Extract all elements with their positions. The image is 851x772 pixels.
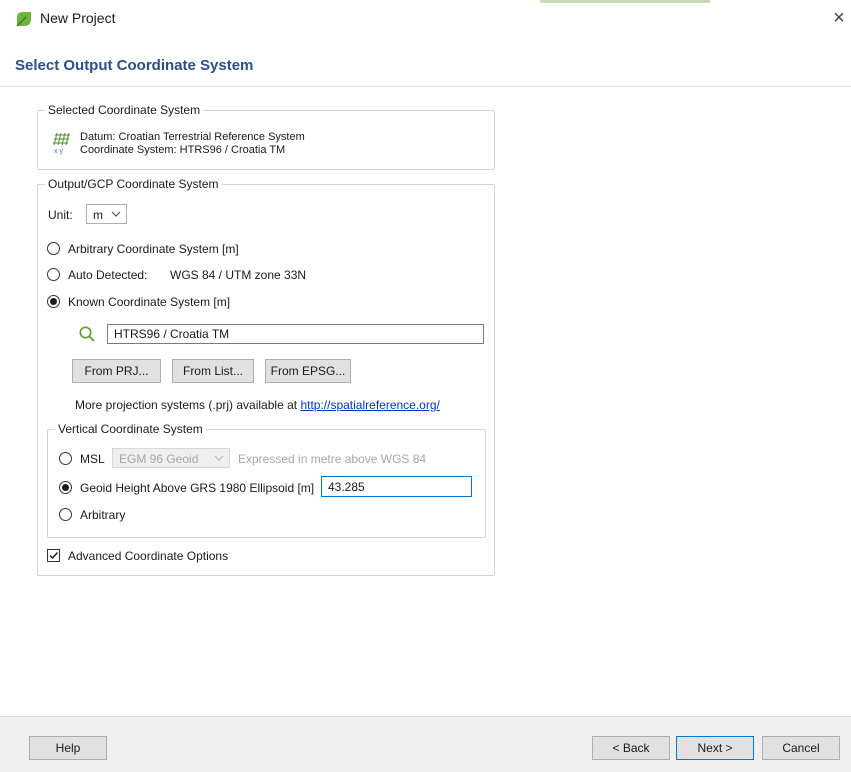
- selected-coordinate-system-title: Selected Coordinate System: [45, 103, 204, 117]
- geoid-model-select: EGM 96 Geoid: [112, 448, 230, 468]
- from-prj-button[interactable]: From PRJ...: [72, 359, 161, 383]
- msl-radio[interactable]: [59, 452, 72, 465]
- svg-text:x y: x y: [54, 148, 63, 155]
- checkmark-icon: [49, 552, 59, 560]
- chevron-down-icon: [213, 451, 225, 465]
- arbitrary-coordinate-radio[interactable]: [47, 242, 60, 255]
- cancel-button[interactable]: Cancel: [762, 736, 840, 760]
- next-button[interactable]: Next >: [676, 736, 754, 760]
- green-leaf-icon: [15, 10, 33, 28]
- auto-detected-label[interactable]: Auto Detected:: [68, 268, 147, 282]
- unit-select[interactable]: m: [86, 204, 127, 224]
- chevron-down-icon: [110, 207, 122, 221]
- coordinate-search-input[interactable]: [107, 324, 484, 344]
- geoid-model-value: EGM 96 Geoid: [119, 452, 199, 466]
- page-title: Select Output Coordinate System: [15, 57, 254, 74]
- title-bar: [0, 0, 851, 44]
- search-icon: [78, 325, 96, 343]
- more-projection-label: More projection systems (.prj) available…: [75, 398, 298, 412]
- more-projection-text: More projection systems (.prj) available…: [75, 398, 440, 412]
- arbitrary-vertical-radio[interactable]: [59, 508, 72, 521]
- window-title: New Project: [40, 10, 116, 26]
- geoid-height-label[interactable]: Geoid Height Above GRS 1980 Ellipsoid [m…: [80, 481, 314, 495]
- auto-detected-radio[interactable]: [47, 268, 60, 281]
- from-list-button[interactable]: From List...: [172, 359, 254, 383]
- unit-value: m: [93, 208, 103, 222]
- msl-label[interactable]: MSL: [80, 452, 105, 466]
- coordinate-system-text: Coordinate System: HTRS96 / Croatia TM: [80, 144, 286, 156]
- back-button[interactable]: < Back: [592, 736, 670, 760]
- title-bar-accent: [540, 0, 710, 3]
- auto-detected-value: WGS 84 / UTM zone 33N: [170, 268, 307, 282]
- coordinate-grid-icon: x y: [52, 131, 72, 155]
- help-button[interactable]: Help: [29, 736, 107, 760]
- output-gcp-title: Output/GCP Coordinate System: [45, 177, 222, 191]
- spatialreference-link[interactable]: http://spatialreference.org/: [300, 398, 439, 412]
- advanced-options-label[interactable]: Advanced Coordinate Options: [68, 549, 228, 563]
- datum-text: Datum: Croatian Terrestrial Reference Sy…: [80, 131, 305, 143]
- arbitrary-vertical-label[interactable]: Arbitrary: [80, 508, 125, 522]
- close-icon[interactable]: ×: [828, 4, 850, 32]
- geoid-height-radio[interactable]: [59, 481, 72, 494]
- known-coordinate-label[interactable]: Known Coordinate System [m]: [68, 295, 230, 309]
- unit-label: Unit:: [48, 208, 73, 222]
- arbitrary-coordinate-label[interactable]: Arbitrary Coordinate System [m]: [68, 242, 239, 256]
- msl-note: Expressed in metre above WGS 84: [238, 452, 427, 466]
- from-epsg-button[interactable]: From EPSG...: [265, 359, 351, 383]
- vertical-coordinate-title: Vertical Coordinate System: [55, 422, 206, 436]
- heading-divider: [0, 86, 851, 87]
- known-coordinate-radio[interactable]: [47, 295, 60, 308]
- advanced-options-checkbox[interactable]: [47, 549, 60, 562]
- geoid-height-input[interactable]: [321, 476, 472, 497]
